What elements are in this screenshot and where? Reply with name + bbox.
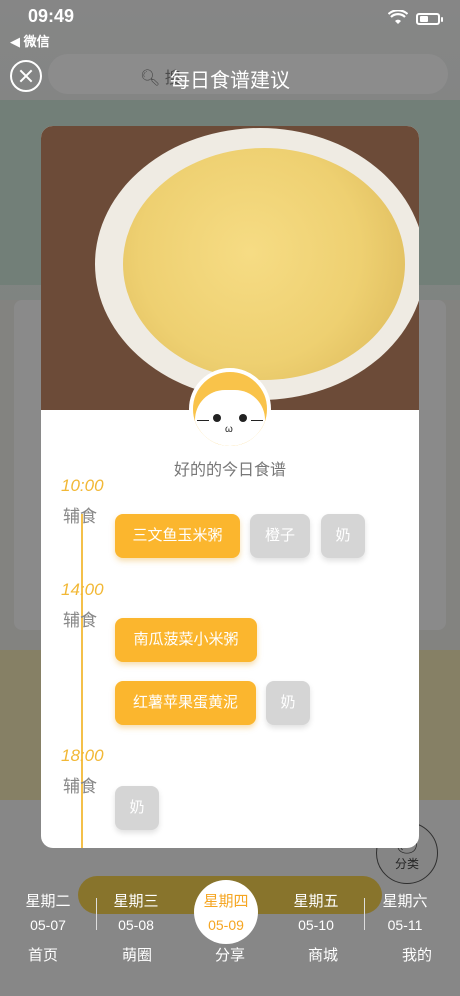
battery-tip [441,17,443,22]
cat-eye-right [239,414,247,422]
meal-tag[interactable]: 橙子 [250,514,310,558]
tab-mall[interactable]: 商城 [293,944,353,965]
bottom-tab-bar: 首页 萌圈 分享 商城 我的 [0,914,460,996]
cat-face: ω [195,390,265,446]
tab-share[interactable]: 分享 [200,944,260,965]
slot-type: 辅食 [63,777,97,796]
modal-title: 每日食谱建议 [170,70,290,92]
recipe-card: ω 好的的今日食谱 10:00 辅食 三文鱼玉米粥 橙子 奶 14:00 辅食 … [41,126,419,848]
slot-type: 辅食 [63,611,97,630]
day-name: 星期二 [25,893,71,910]
slot-type: 辅食 [63,507,97,526]
slot-time: 10:00 [61,476,104,495]
day-name: 星期六 [382,893,428,910]
timeline-line [81,514,83,848]
day-name: 星期五 [293,893,339,910]
slot-time: 14:00 [61,580,104,599]
day-name: 星期三 [113,893,159,910]
meal-tag[interactable]: 奶 [321,514,365,558]
status-bar: 09:49 ◀ 微信 [0,0,460,50]
back-to-app-link[interactable]: ◀ 微信 [10,31,50,50]
status-time: 09:49 [28,6,75,26]
meal-tag[interactable]: 三文鱼玉米粥 [115,514,240,558]
meal-tag[interactable]: 奶 [266,681,310,725]
wifi-icon [388,10,408,24]
cat-whisker-right [251,420,263,421]
cat-eye-left [213,414,221,422]
cat-avatar-icon: ω [189,368,271,450]
meal-tag[interactable]: 南瓜菠菜小米粥 [115,618,257,662]
cat-mouth: ω [225,424,233,435]
porridge [123,148,405,380]
slot-time: 18:00 [61,746,104,765]
meal-tag[interactable]: 红薯苹果蛋黄泥 [115,681,256,725]
cat-whisker-left [197,420,209,421]
day-name: 星期四 [203,893,249,910]
tab-moments[interactable]: 萌圈 [107,944,167,965]
tab-mine[interactable]: 我的 [387,944,447,965]
meal-tag[interactable]: 奶 [115,786,159,830]
tab-home[interactable]: 首页 [13,944,73,965]
battery-icon [416,13,440,25]
